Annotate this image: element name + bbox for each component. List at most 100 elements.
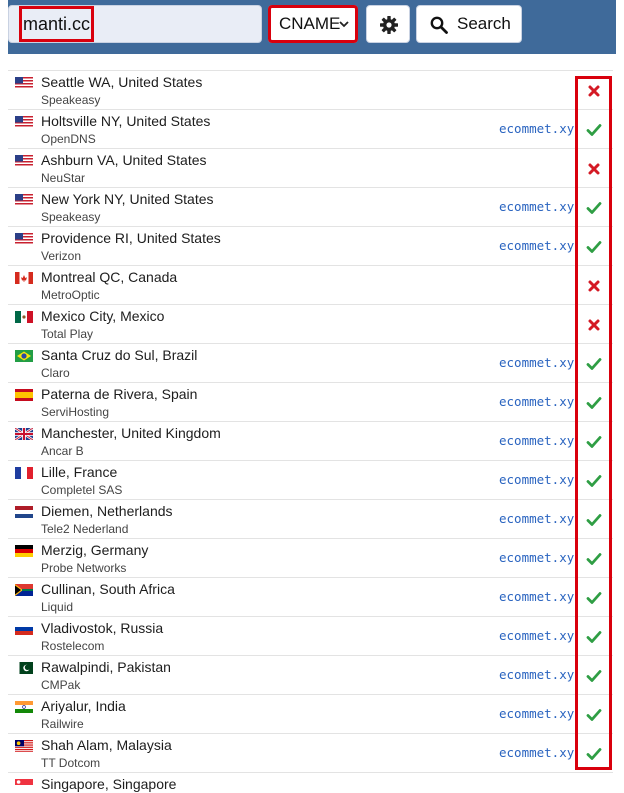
result-row: Seattle WA, United States Speakeasy	[8, 71, 613, 110]
result-row: Singapore, Singapore	[8, 773, 613, 793]
flag-gb-icon	[15, 428, 33, 440]
cname-record-value: ecommet.xyz	[499, 589, 578, 604]
server-location: Manchester, United Kingdom	[41, 425, 221, 441]
result-row: Shah Alam, Malaysia TT Dotcom ecommet.xyz	[8, 734, 613, 773]
cname-record-value: ecommet.xyz	[499, 355, 578, 370]
flag-us-icon	[15, 116, 33, 128]
server-location: Ariyalur, India	[41, 698, 126, 714]
flag-ru-icon	[15, 623, 33, 635]
result-row: Mexico City, Mexico Total Play	[8, 305, 613, 344]
cname-record-value: ecommet.xyz	[499, 667, 578, 682]
server-location: Holtsville NY, United States	[41, 113, 211, 129]
result-row: Ariyalur, India Railwire ecommet.xyz	[8, 695, 613, 734]
check-icon	[586, 590, 602, 606]
flag-us-icon	[15, 233, 33, 245]
server-location: New York NY, United States	[41, 191, 214, 207]
record-type-select[interactable]: CNAME	[268, 5, 358, 43]
server-location: Ashburn VA, United States	[41, 152, 207, 168]
check-icon	[586, 746, 602, 762]
server-provider: Claro	[41, 366, 70, 380]
cname-record-value: ecommet.xyz	[499, 745, 578, 760]
result-row: Merzig, Germany Probe Networks ecommet.xyz	[8, 539, 613, 578]
cross-icon	[586, 278, 602, 294]
server-provider: Probe Networks	[41, 561, 127, 575]
check-icon	[586, 200, 602, 216]
cross-icon	[586, 317, 602, 333]
check-icon	[586, 512, 602, 528]
cname-record-value: ecommet.xyz	[499, 628, 578, 643]
result-row: Paterna de Rivera, Spain ServiHosting ecom…	[8, 383, 613, 422]
cname-record-value: ecommet.xyz	[499, 511, 578, 526]
result-row: Cullinan, South Africa Liquid ecommet.xyz	[8, 578, 613, 617]
flag-za-icon	[15, 584, 33, 596]
settings-button[interactable]	[366, 5, 410, 43]
result-row: Ashburn VA, United States NeuStar	[8, 149, 613, 188]
domain-search-input[interactable]: manti.cc	[8, 5, 262, 43]
server-provider: Speakeasy	[41, 210, 101, 224]
result-row: New York NY, United States Speakeasy ecomm…	[8, 188, 613, 227]
result-row: Rawalpindi, Pakistan CMPak ecommet.xyz	[8, 656, 613, 695]
server-provider: Total Play	[41, 327, 94, 341]
server-location: Cullinan, South Africa	[41, 581, 175, 597]
flag-in-icon	[15, 701, 33, 713]
flag-us-icon	[15, 194, 33, 206]
cross-icon	[586, 161, 602, 177]
result-row: Montreal QC, Canada MetroOptic	[8, 266, 613, 305]
server-provider: Tele2 Nederland	[41, 522, 129, 536]
check-icon	[586, 434, 602, 450]
flag-nl-icon	[15, 506, 33, 518]
server-provider: MetroOptic	[41, 288, 100, 302]
check-icon	[586, 668, 602, 684]
server-location: Vladivostok, Russia	[41, 620, 164, 636]
flag-de-icon	[15, 545, 33, 557]
search-icon	[430, 16, 448, 34]
cname-record-value: ecommet.xyz	[499, 199, 578, 214]
server-provider: Speakeasy	[41, 93, 101, 107]
search-button-label: Search	[457, 14, 511, 33]
server-location: Lille, France	[41, 464, 118, 480]
flag-mx-icon	[15, 311, 33, 323]
check-icon	[586, 122, 602, 138]
cname-record-value: ecommet.xyz	[499, 433, 578, 448]
server-location: Mexico City, Mexico	[41, 308, 165, 324]
server-provider: NeuStar	[41, 171, 86, 185]
server-location: Singapore, Singapore	[41, 776, 177, 792]
server-provider: CMPak	[41, 678, 81, 692]
check-icon	[586, 629, 602, 645]
server-location: Montreal QC, Canada	[41, 269, 178, 285]
flag-ca-icon	[15, 272, 33, 284]
check-icon	[586, 239, 602, 255]
flag-my-icon	[15, 740, 33, 752]
flag-us-icon	[15, 155, 33, 167]
server-location: Rawalpindi, Pakistan	[41, 659, 171, 675]
server-provider: TT Dotcom	[41, 756, 101, 770]
server-provider: Railwire	[41, 717, 84, 731]
check-icon	[586, 356, 602, 372]
server-location: Santa Cruz do Sul, Brazil	[41, 347, 198, 363]
result-row: Lille, France Completel SAS ecommet.xyz	[8, 461, 613, 500]
domain-query-value[interactable]: manti.cc	[19, 6, 95, 42]
server-provider: Verizon	[41, 249, 82, 263]
check-icon	[586, 473, 602, 489]
results-list: Seattle WA, United States Speakeasy Holtsv…	[8, 70, 613, 793]
cname-record-value: ecommet.xyz	[499, 394, 578, 409]
cname-record-value: ecommet.xyz	[499, 121, 578, 136]
cross-icon	[586, 83, 602, 99]
server-provider: ServiHosting	[41, 405, 110, 419]
check-icon	[586, 395, 602, 411]
search-button[interactable]: Search	[416, 5, 522, 43]
server-location: Providence RI, United States	[41, 230, 221, 246]
cname-record-value: ecommet.xyz	[499, 238, 578, 253]
result-row: Vladivostok, Russia Rostelecom ecommet.xyz	[8, 617, 613, 656]
server-location: Paterna de Rivera, Spain	[41, 386, 198, 402]
cname-record-value: ecommet.xyz	[499, 472, 578, 487]
gear-icon	[380, 16, 398, 34]
cname-record-value: ecommet.xyz	[499, 550, 578, 565]
record-type-value: CNAME	[279, 14, 341, 33]
cname-record-value: ecommet.xyz	[499, 706, 578, 721]
result-row: Providence RI, United States Verizon ecomm…	[8, 227, 613, 266]
server-location: Shah Alam, Malaysia	[41, 737, 172, 753]
check-icon	[586, 551, 602, 567]
check-icon	[586, 707, 602, 723]
server-provider: Rostelecom	[41, 639, 105, 653]
